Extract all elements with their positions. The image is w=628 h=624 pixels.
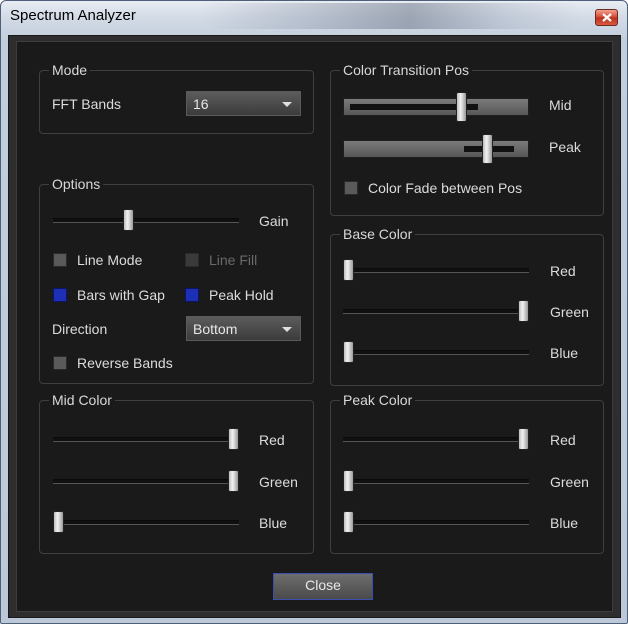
- slider-thumb[interactable]: [228, 470, 239, 492]
- peak-blue-label: Blue: [550, 515, 579, 531]
- base-color-group-label: Base Color: [340, 226, 416, 242]
- slider-track: [53, 479, 239, 484]
- mid-blue-label: Blue: [259, 515, 288, 531]
- client-area: Mode FFT Bands 16 Options Gain Line Mode: [8, 35, 621, 618]
- peak-green-slider[interactable]: [343, 469, 529, 493]
- slider-track: [343, 309, 529, 314]
- slider-track: [343, 350, 529, 355]
- slider-track: [53, 437, 239, 442]
- bars-with-gap-label: Bars with Gap: [77, 287, 165, 303]
- base-red-label: Red: [550, 263, 576, 279]
- slider-track: [343, 437, 529, 442]
- dialog-window: Spectrum Analyzer Mode FFT Bands 16 Opti…: [0, 0, 628, 624]
- title-bar-glow: [201, 3, 581, 29]
- mode-group: Mode FFT Bands 16: [39, 62, 314, 134]
- direction-label: Direction: [52, 321, 108, 337]
- mid-red-slider[interactable]: [53, 427, 239, 451]
- close-icon: [602, 13, 612, 22]
- base-blue-label: Blue: [550, 345, 579, 361]
- slider-thumb[interactable]: [343, 259, 354, 281]
- chevron-down-icon: [282, 102, 292, 107]
- peak-hold-checkbox[interactable]: [185, 288, 199, 302]
- base-red-slider[interactable]: [343, 258, 529, 282]
- color-transition-group: Color Transition Pos Mid Peak Color Fade…: [330, 62, 604, 216]
- line-fill-checkbox[interactable]: [185, 253, 199, 267]
- mode-group-label: Mode: [49, 62, 91, 78]
- dialog-panel: Mode FFT Bands 16 Options Gain Line Mode: [16, 41, 613, 612]
- slider-track: [53, 520, 239, 525]
- slider-thumb[interactable]: [228, 428, 239, 450]
- peak-green-label: Green: [550, 474, 589, 490]
- close-button[interactable]: Close: [273, 573, 373, 600]
- peak-position-label: Peak: [549, 139, 581, 155]
- reverse-bands-checkbox[interactable]: [53, 356, 67, 370]
- color-transition-group-label: Color Transition Pos: [340, 62, 473, 78]
- slider-thumb[interactable]: [343, 341, 354, 363]
- chevron-down-icon: [282, 327, 292, 332]
- base-blue-slider[interactable]: [343, 340, 529, 364]
- window-title: Spectrum Analyzer: [10, 7, 136, 24]
- mid-color-group-label: Mid Color: [49, 392, 115, 408]
- mid-color-group: Mid Color Red Green Blue: [39, 392, 314, 554]
- base-green-slider[interactable]: [343, 299, 529, 323]
- options-group: Options Gain Line Mode Line Fill Bars wi…: [39, 176, 314, 384]
- direction-dropdown[interactable]: Bottom: [186, 316, 301, 341]
- gain-label: Gain: [259, 213, 289, 229]
- line-mode-label: Line Mode: [77, 252, 143, 268]
- peak-blue-slider[interactable]: [343, 510, 529, 534]
- reverse-bands-label: Reverse Bands: [77, 355, 173, 371]
- line-fill-label: Line Fill: [209, 252, 258, 268]
- fft-bands-value: 16: [193, 96, 209, 112]
- base-color-group: Base Color Red Green Blue: [330, 226, 604, 386]
- mid-blue-slider[interactable]: [53, 510, 239, 534]
- peak-hold-label: Peak Hold: [209, 287, 274, 303]
- bars-with-gap-checkbox[interactable]: [53, 288, 67, 302]
- peak-color-group: Peak Color Red Green Blue: [330, 392, 604, 554]
- fft-bands-label: FFT Bands: [52, 96, 121, 112]
- peak-position-slider[interactable]: [343, 134, 529, 164]
- peak-red-label: Red: [550, 432, 576, 448]
- direction-value: Bottom: [193, 321, 238, 337]
- color-fade-checkbox[interactable]: [344, 181, 358, 195]
- mid-green-label: Green: [259, 474, 298, 490]
- fft-bands-dropdown[interactable]: 16: [186, 91, 301, 116]
- slider-thumb[interactable]: [53, 511, 64, 533]
- mid-red-label: Red: [259, 432, 285, 448]
- slider-thumb[interactable]: [343, 511, 354, 533]
- peak-color-group-label: Peak Color: [340, 392, 416, 408]
- base-green-label: Green: [550, 304, 589, 320]
- gain-slider-track: [53, 218, 239, 223]
- peak-red-slider[interactable]: [343, 427, 529, 451]
- slider-thumb[interactable]: [518, 300, 529, 322]
- mid-position-thumb[interactable]: [456, 92, 467, 122]
- line-mode-checkbox[interactable]: [53, 253, 67, 267]
- window-close-button[interactable]: [595, 9, 618, 26]
- options-group-label: Options: [49, 176, 104, 192]
- gain-slider-thumb[interactable]: [123, 209, 134, 231]
- slider-track: [343, 268, 529, 273]
- title-bar[interactable]: Spectrum Analyzer: [1, 1, 627, 35]
- mid-green-slider[interactable]: [53, 469, 239, 493]
- mid-position-label: Mid: [549, 97, 572, 113]
- slider-thumb[interactable]: [518, 428, 529, 450]
- gain-slider[interactable]: [53, 208, 239, 232]
- slider-track: [343, 479, 529, 484]
- color-fade-label: Color Fade between Pos: [368, 180, 523, 196]
- peak-position-thumb[interactable]: [482, 134, 493, 164]
- mid-position-slider[interactable]: [343, 92, 529, 122]
- slider-thumb[interactable]: [343, 470, 354, 492]
- slider-track: [343, 520, 529, 525]
